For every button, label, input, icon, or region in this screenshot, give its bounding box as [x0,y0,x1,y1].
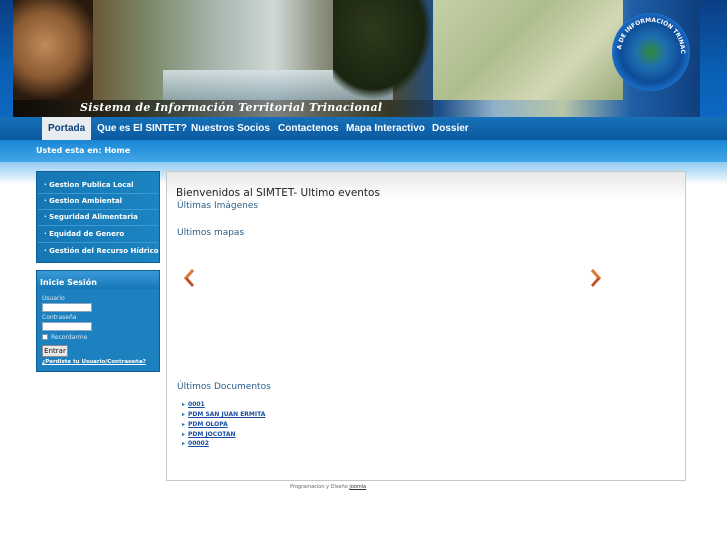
nav-portada[interactable]: Portada [42,117,92,140]
forgot-password-link[interactable]: ¿Perdiste tu Usuario/Contraseña? [42,359,146,365]
list-item: ▸ 00002 [182,440,209,447]
sidebar-item-label: Seguridad Alimentaria [49,213,138,221]
sidebar-item-label: Equidad de Genero [49,230,125,238]
list-item: ▸ PDM OLOPA [182,421,228,428]
document-link[interactable]: 0001 [188,401,205,408]
logo-arc-text: SISTEMA DE INFORMACIÓN TRINACIONAL [612,13,686,54]
nav-nuestros-socios[interactable]: Nuestros Socios [191,117,270,140]
sidebar-item-seguridad-alimentaria[interactable]: · Seguridad Alimentaria [44,213,138,221]
remember-label: Recordarme [51,334,88,341]
carousel-next-icon[interactable] [590,268,604,288]
list-item: ▸ PDM SAN JUAN ERMITA [182,411,265,418]
username-label: Usuario [42,295,65,302]
login-title: Inicie Sesión [40,278,97,287]
nav-que-es-sintet[interactable]: Que es El SINTET? [97,117,187,140]
bullet-icon: ▸ [182,440,186,447]
password-label: Contraseña [42,314,77,321]
sidebar-item-label: Gestion Publica Local [49,181,134,189]
login-button[interactable]: Entrar [42,345,68,357]
footer-link[interactable]: joomla [349,484,366,490]
document-link[interactable]: PDM OLOPA [188,421,228,428]
password-field[interactable] [42,322,92,331]
sidebar-divider [38,193,158,194]
site-title: Sistema de Información Territorial Trina… [80,101,383,114]
list-item: ▸ PDM JOCOTAN [182,431,236,438]
sidebar-item-gestion-publica[interactable]: · Gestion Publica Local [44,181,134,189]
docs-heading: Últimos Documentos [177,382,271,392]
maps-heading: Ultimos mapas [177,228,245,238]
svg-text:SISTEMA DE INFORMACIÓN TRINACI: SISTEMA DE INFORMACIÓN TRINACIONAL [612,13,686,54]
list-item: ▸ 0001 [182,401,205,408]
nav-contactenos[interactable]: Contactenos [278,117,339,140]
sidebar-divider [38,209,158,210]
document-link[interactable]: PDM JOCOTAN [188,431,236,438]
logo-text: SISTEMA DE INFORMACIÓN TRINACIONAL [612,13,686,54]
images-heading: Últimas Imágenes [177,201,259,211]
banner-region-map [433,0,623,100]
sidebar-divider [38,242,158,243]
sidebar-item-recurso-hidrico[interactable]: · Gestión del Recurso Hídrico [44,247,159,255]
remember-checkbox[interactable] [42,334,48,340]
main-content [166,171,686,481]
breadcrumb: Usted esta en: Home [36,146,131,155]
footer: Programacion y Diseño joomla [290,484,366,490]
document-link[interactable]: PDM SAN JUAN ERMITA [188,411,265,418]
footer-text: Programacion y Diseño [290,484,348,490]
banner-child-photo [13,0,93,100]
nav-dossier[interactable]: Dossier [432,117,469,140]
bullet-icon: ▸ [182,431,186,438]
nav-mapa-interactivo[interactable]: Mapa Interactivo [346,117,425,140]
sidebar-item-gestion-ambiental[interactable]: · Gestion Ambiental [44,197,122,205]
banner-tree-photo [333,0,433,100]
bullet-icon: ▸ [182,401,186,408]
sidebar-divider [38,225,158,226]
sidebar-item-label: Gestión del Recurso Hídrico [49,247,159,255]
bullet-icon: ▸ [182,411,186,418]
sidebar-item-equidad-genero[interactable]: · Equidad de Genero [44,230,124,238]
username-field[interactable] [42,303,92,312]
carousel-prev-icon[interactable] [181,268,195,288]
sidebar-item-label: Gestion Ambiental [49,197,123,205]
document-link[interactable]: 00002 [188,440,209,447]
page-title: Bienvenidos al SIMTET- Ultimo eventos [176,187,380,199]
bullet-icon: ▸ [182,421,186,428]
